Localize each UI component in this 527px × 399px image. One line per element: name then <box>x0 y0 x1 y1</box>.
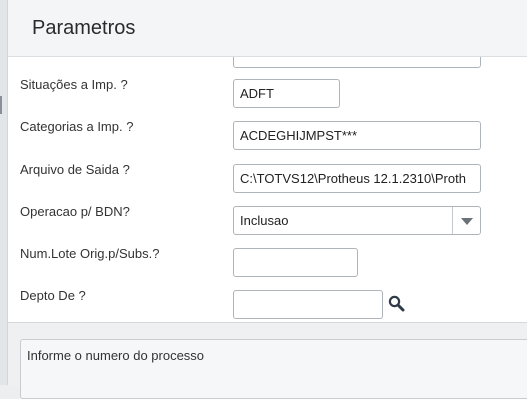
arquivo-saida-input[interactable]: C:\TOTVS12\Protheus 12.1.2310\Proth <box>233 164 481 193</box>
operacao-bdn-label: Operacao p/ BDN? <box>20 204 130 219</box>
arquivo-saida-label: Arquivo de Saida ? <box>20 162 130 177</box>
operacao-bdn-value: Inclusao <box>240 213 289 228</box>
depto-de-label: Depto De ? <box>20 288 86 303</box>
categorias-input[interactable]: ACDEGHIJMPST*** <box>233 121 481 150</box>
situacoes-label: Situações a Imp. ? <box>20 77 128 92</box>
help-box: Informe o numero do processo <box>20 339 527 399</box>
chevron-down-icon[interactable] <box>452 207 480 234</box>
parameters-dialog: Parametros Situações a Imp. ? ADFT Categ… <box>8 0 527 399</box>
depto-de-input[interactable] <box>233 290 383 319</box>
categorias-label: Categorias a Imp. ? <box>20 119 134 134</box>
help-text: Informe o numero do processo <box>27 348 205 363</box>
num-lote-label: Num.Lote Orig.p/Subs.? <box>20 246 160 261</box>
dialog-header: Parametros <box>8 0 527 57</box>
dialog-title: Parametros <box>32 17 136 39</box>
situacoes-input[interactable]: ADFT <box>233 79 340 108</box>
operacao-bdn-select[interactable]: Inclusao <box>233 206 481 235</box>
num-lote-input[interactable] <box>233 248 358 277</box>
background-window-marker <box>0 96 2 114</box>
scrolled-field[interactable] <box>233 57 481 68</box>
help-panel: Informe o numero do processo <box>8 322 527 399</box>
parameters-form[interactable]: Situações a Imp. ? ADFT Categorias a Imp… <box>8 57 527 322</box>
background-window-edge <box>0 0 8 385</box>
search-icon[interactable] <box>387 294 407 314</box>
